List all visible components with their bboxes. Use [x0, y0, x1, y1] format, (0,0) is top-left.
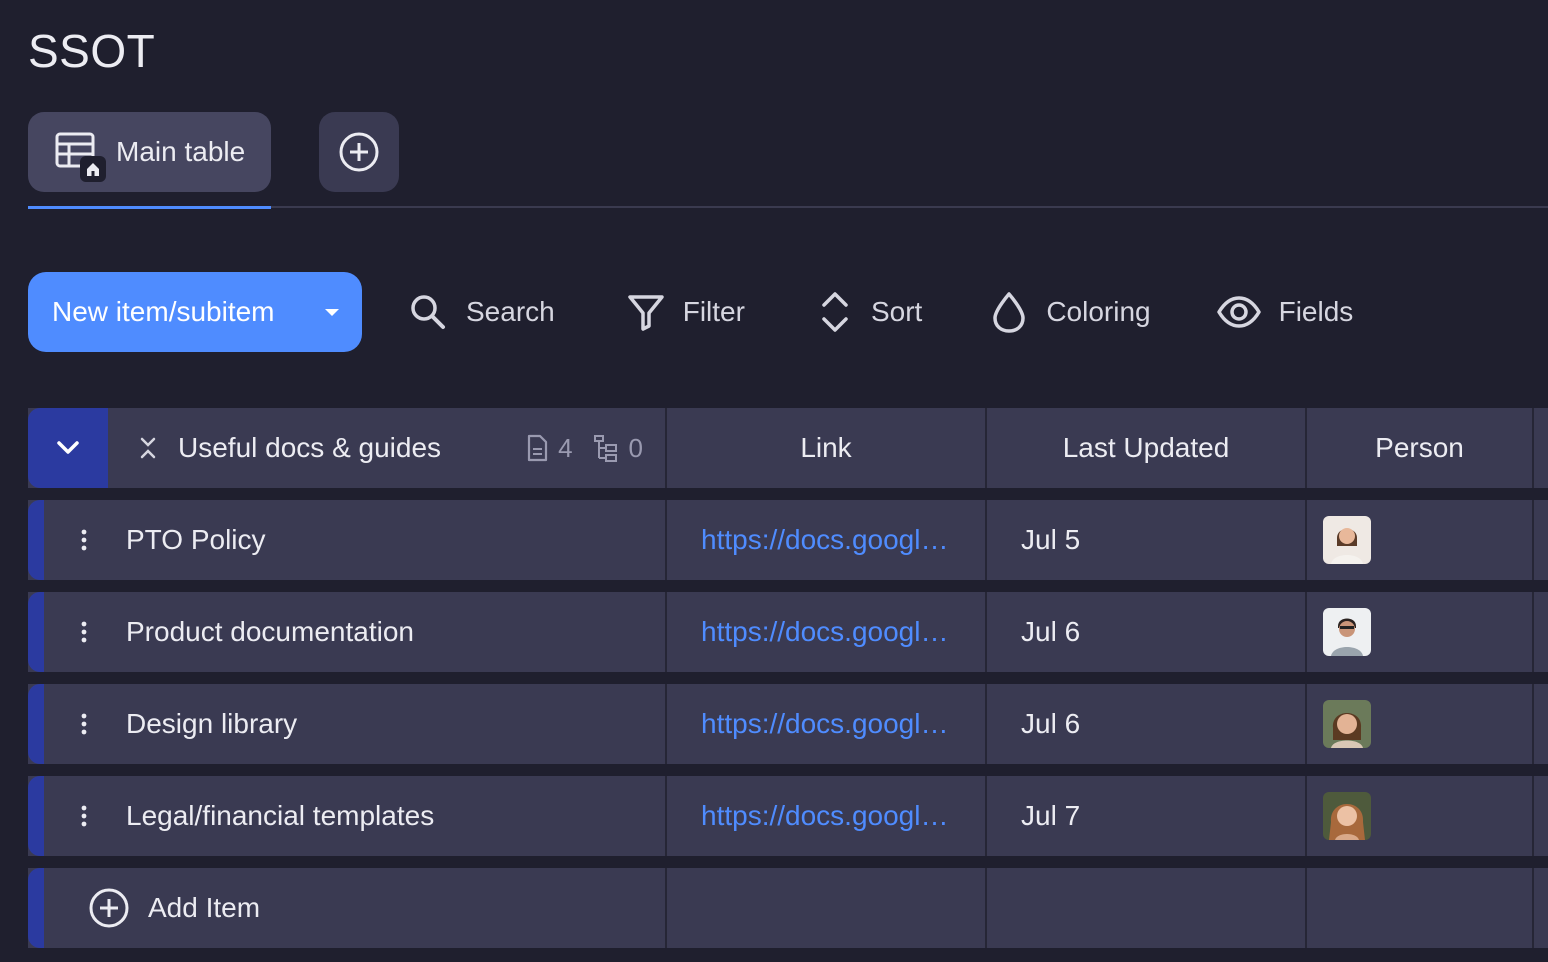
column-header-last-updated[interactable]: Last Updated: [987, 408, 1307, 488]
empty-cell: [667, 868, 987, 948]
filter-button[interactable]: Filter: [627, 272, 745, 352]
search-icon: [411, 295, 445, 329]
empty-cell: [1307, 868, 1534, 948]
coloring-label: Coloring: [1046, 296, 1151, 327]
group-title: Useful docs & guides: [178, 432, 442, 463]
new-item-button[interactable]: New item/subitem: [28, 272, 362, 352]
new-item-label: New item/subitem: [52, 296, 275, 327]
date-cell[interactable]: Jul 5: [987, 500, 1307, 580]
search-button[interactable]: Search: [408, 272, 555, 352]
tab-active-underline: [28, 206, 271, 209]
group-name-cell: Useful docs & guides 4 0: [108, 408, 667, 488]
search-label: Search: [466, 296, 555, 327]
person-cell[interactable]: [1307, 776, 1534, 856]
item-name: PTO Policy: [126, 524, 266, 555]
avatar[interactable]: [1323, 700, 1371, 748]
sort-label: Sort: [870, 296, 923, 327]
table-row[interactable]: Design library https://docs.googl… Jul 6: [28, 684, 1548, 764]
fields-button[interactable]: Fields: [1216, 272, 1354, 352]
item-name: Product documentation: [126, 616, 414, 647]
row-accent: [28, 868, 44, 948]
link-cell[interactable]: https://docs.googl…: [667, 684, 987, 764]
avatar[interactable]: [1323, 516, 1371, 564]
row-menu-icon[interactable]: [60, 529, 108, 551]
column-header-link[interactable]: Link: [667, 408, 987, 488]
sort-icon: [822, 292, 848, 332]
item-name: Design library: [126, 708, 298, 739]
link-cell[interactable]: https://docs.googl…: [667, 500, 987, 580]
group-header: Useful docs & guides 4 0 Link Last Updat…: [28, 408, 1548, 488]
droplet-icon: [993, 292, 1026, 333]
group-counts: 4 0: [526, 408, 643, 488]
date-cell[interactable]: Jul 6: [987, 592, 1307, 672]
filter-icon: [627, 295, 664, 331]
row-accent: [28, 684, 44, 764]
row-accent: [28, 776, 44, 856]
row-accent: [28, 500, 44, 580]
tab-main-table[interactable]: Main table: [28, 112, 271, 192]
person-cell[interactable]: [1307, 684, 1534, 764]
group-collapse-button[interactable]: [28, 408, 108, 488]
sort-button[interactable]: Sort: [817, 272, 922, 352]
item-name-cell[interactable]: Design library: [44, 684, 667, 764]
document-icon: [527, 434, 548, 462]
item-name: Legal/financial templates: [126, 800, 435, 831]
row-accent: [28, 592, 44, 672]
item-name-cell[interactable]: Product documentation: [44, 592, 667, 672]
table-home-icon: [54, 130, 106, 182]
column-header-person[interactable]: Person: [1307, 408, 1534, 488]
add-item-label: Add Item: [148, 892, 261, 923]
add-view-button[interactable]: [319, 112, 399, 192]
avatar[interactable]: [1323, 608, 1371, 656]
date-cell[interactable]: Jul 7: [987, 776, 1307, 856]
coloring-button[interactable]: Coloring: [990, 272, 1151, 352]
view-tabs: Main table: [28, 112, 1548, 209]
eye-icon: [1216, 296, 1261, 328]
row-spacer: [1534, 684, 1548, 764]
chevron-down-icon: [57, 441, 79, 454]
row-menu-icon[interactable]: [60, 621, 108, 643]
date-cell[interactable]: Jul 6: [987, 684, 1307, 764]
item-name-cell[interactable]: Legal/financial templates: [44, 776, 667, 856]
add-item-row: Add Item: [28, 868, 1548, 948]
plus-circle-icon: [89, 888, 129, 928]
row-menu-icon[interactable]: [60, 713, 108, 735]
row-menu-icon[interactable]: [60, 805, 108, 827]
toolbar: New item/subitem Search Filter Sort Colo…: [28, 272, 1548, 352]
plus-circle-icon: [339, 132, 379, 172]
item-name-cell[interactable]: PTO Policy: [44, 500, 667, 580]
avatar[interactable]: [1323, 792, 1371, 840]
person-cell[interactable]: [1307, 592, 1534, 672]
table-row[interactable]: Product documentation https://docs.googl…: [28, 592, 1548, 672]
person-cell[interactable]: [1307, 500, 1534, 580]
filter-label: Filter: [682, 296, 745, 327]
items-count: 4: [558, 432, 573, 463]
table-row[interactable]: PTO Policy https://docs.googl… Jul 5: [28, 500, 1548, 580]
add-item-button[interactable]: Add Item: [44, 868, 667, 948]
row-spacer: [1534, 500, 1548, 580]
fields-label: Fields: [1278, 296, 1354, 327]
subitems-tree-icon: [593, 435, 617, 462]
board-title: SSOT: [28, 25, 156, 77]
link-cell[interactable]: https://docs.googl…: [667, 776, 987, 856]
table-row[interactable]: Legal/financial templates https://docs.g…: [28, 776, 1548, 856]
subitems-count: 0: [628, 432, 643, 463]
link-cell[interactable]: https://docs.googl…: [667, 592, 987, 672]
row-spacer: [1534, 868, 1548, 948]
empty-cell: [987, 868, 1307, 948]
collapse-arrows-icon[interactable]: [138, 436, 158, 460]
home-icon: [80, 156, 106, 182]
caret-down-icon[interactable]: [320, 300, 344, 324]
row-spacer: [1534, 776, 1548, 856]
tab-main-table-label: Main table: [116, 136, 246, 167]
row-spacer: [1534, 592, 1548, 672]
